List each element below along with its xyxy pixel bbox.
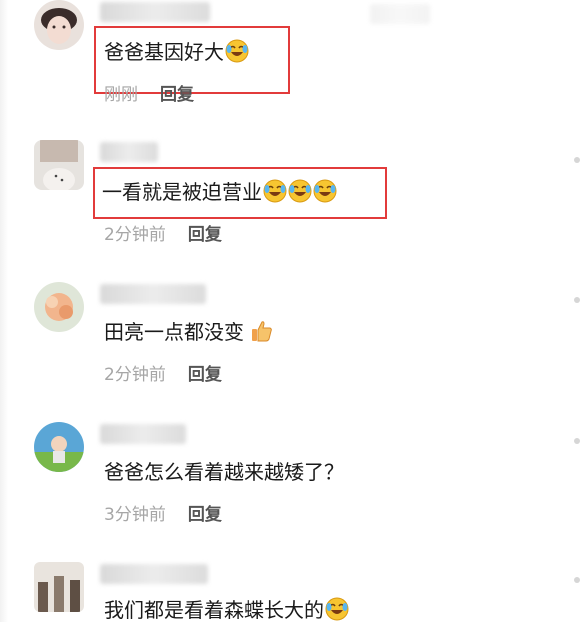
- username-blurred: [100, 424, 186, 444]
- comment-time: 刚刚: [104, 85, 138, 105]
- avatar[interactable]: [34, 0, 84, 50]
- thumbs-up-emoji: [250, 319, 274, 343]
- reply-button[interactable]: 回复: [188, 225, 222, 245]
- comment-time: 2分钟前: [104, 225, 166, 245]
- more-dots-icon[interactable]: [574, 577, 580, 583]
- laugh-cry-emoji: [325, 597, 349, 621]
- username-blurred: [100, 2, 210, 22]
- comment-text: 爸爸怎么看着越来越矮了？: [104, 460, 344, 484]
- highlight-box: [93, 167, 387, 219]
- username-blurred: [100, 142, 158, 162]
- comment-meta: 刚刚 回复: [104, 84, 194, 106]
- reply-button[interactable]: 回复: [160, 85, 194, 105]
- more-dots-icon[interactable]: [574, 157, 580, 163]
- more-dots-icon[interactable]: [574, 297, 580, 303]
- reply-button[interactable]: 回复: [188, 365, 222, 385]
- comment-time: 3分钟前: [104, 505, 166, 525]
- comment-meta: 3分钟前 回复: [104, 504, 222, 526]
- username-blurred: [100, 564, 208, 584]
- comment-text: 我们都是看着森蝶长大的: [104, 596, 349, 624]
- avatar[interactable]: [34, 562, 84, 612]
- avatar[interactable]: [34, 282, 84, 332]
- username-blurred: [370, 4, 430, 24]
- reply-button[interactable]: 回复: [188, 505, 222, 525]
- more-dots-icon[interactable]: [574, 438, 580, 444]
- left-edge-shadow: [0, 0, 8, 622]
- comment-meta: 2分钟前 回复: [104, 224, 222, 246]
- avatar[interactable]: [34, 422, 84, 472]
- comment-text: 田亮一点都没变: [104, 318, 274, 346]
- comment-time: 2分钟前: [104, 365, 166, 385]
- comment-meta: 2分钟前 回复: [104, 364, 222, 386]
- username-blurred: [100, 284, 206, 304]
- avatar[interactable]: [34, 140, 84, 190]
